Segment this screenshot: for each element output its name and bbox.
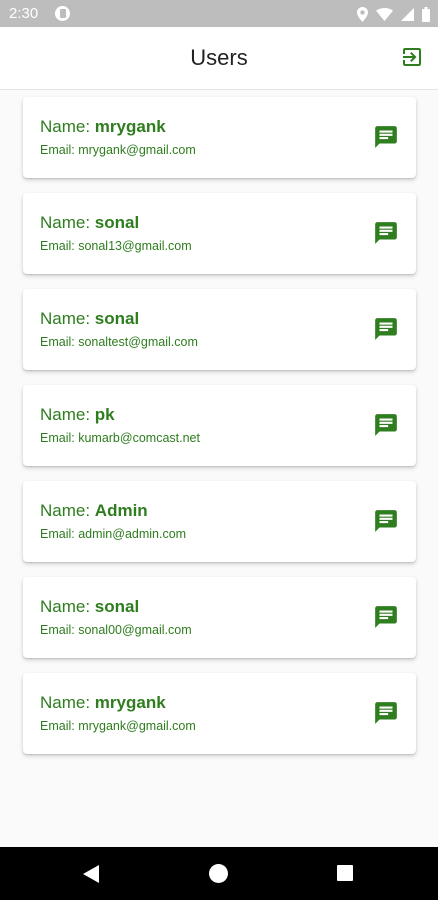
email-label: Email: [40,143,79,157]
chat-button[interactable] [373,604,399,630]
user-card[interactable]: Name: mrygank Email: mrygank@gmail.com [23,97,416,178]
home-icon[interactable] [209,864,228,883]
user-card[interactable]: Name: sonal Email: sonaltest@gmail.com [23,289,416,370]
user-card[interactable]: Name: Admin Email: admin@admin.com [23,481,416,562]
email-label: Email: [40,527,79,541]
chat-button[interactable] [373,220,399,246]
name-label: Name: [40,117,95,136]
name-label: Name: [40,405,95,424]
user-card[interactable]: Name: pk Email: kumarb@comcast.net [23,385,416,466]
app-notification-icon [55,6,70,21]
chat-button[interactable] [373,316,399,342]
user-name-line: Name: mrygank [40,117,166,137]
recents-icon[interactable] [337,865,353,881]
status-bar: 2:30 [0,0,438,27]
back-icon[interactable] [83,865,99,888]
chat-icon [373,222,399,250]
chat-button[interactable] [373,412,399,438]
battery-icon [422,6,430,22]
email-label: Email: [40,719,79,733]
user-card[interactable]: Name: mrygank Email: mrygank@gmail.com [23,673,416,754]
chat-icon [373,702,399,730]
chat-icon [373,318,399,346]
user-email: admin@admin.com [78,527,187,541]
user-card[interactable]: Name: sonal Email: sonal13@gmail.com [23,193,416,274]
wifi-icon [376,7,393,21]
location-icon [357,6,368,22]
email-label: Email: [40,239,79,253]
user-email: mrygank@gmail.com [78,143,196,157]
user-name: mrygank [94,693,166,712]
user-name: Admin [94,501,148,520]
user-name: sonal [94,213,140,232]
logout-icon [400,45,424,74]
user-name: sonal [94,597,140,616]
user-email-line: Email: kumarb@comcast.net [40,431,200,445]
chat-icon [373,126,399,154]
user-email-line: Email: mrygank@gmail.com [40,143,196,157]
user-name-line: Name: Admin [40,501,148,521]
app-bar: Users [0,27,438,90]
name-label: Name: [40,693,95,712]
user-email: sonal13@gmail.com [78,239,192,253]
status-time: 2:30 [9,5,39,22]
user-name: sonal [94,309,140,328]
chat-icon [373,606,399,634]
user-name-line: Name: sonal [40,597,139,617]
chat-button[interactable] [373,700,399,726]
user-name: mrygank [94,117,166,136]
chat-icon [373,414,399,442]
user-name-line: Name: sonal [40,309,139,329]
status-icons [357,5,430,23]
name-label: Name: [40,597,95,616]
user-email: kumarb@comcast.net [78,431,200,445]
email-label: Email: [40,335,79,349]
chat-button[interactable] [373,124,399,150]
user-email: sonaltest@gmail.com [78,335,198,349]
signal-icon [401,7,414,21]
user-email-line: Email: admin@admin.com [40,527,186,541]
user-name-line: Name: mrygank [40,693,166,713]
user-email: sonal00@gmail.com [78,623,192,637]
chat-icon [373,510,399,538]
logout-button[interactable] [396,44,428,74]
user-email: mrygank@gmail.com [78,719,196,733]
user-email-line: Email: sonaltest@gmail.com [40,335,198,349]
name-label: Name: [40,501,95,520]
user-name: pk [94,405,115,424]
email-label: Email: [40,623,79,637]
chat-button[interactable] [373,508,399,534]
name-label: Name: [40,309,95,328]
page-title: Users [190,45,248,70]
user-name-line: Name: pk [40,405,115,425]
name-label: Name: [40,213,95,232]
user-list: Name: mrygank Email: mrygank@gmail.com N… [23,97,416,769]
user-email-line: Email: sonal13@gmail.com [40,239,192,253]
user-card[interactable]: Name: sonal Email: sonal00@gmail.com [23,577,416,658]
user-email-line: Email: mrygank@gmail.com [40,719,196,733]
email-label: Email: [40,431,79,445]
user-email-line: Email: sonal00@gmail.com [40,623,192,637]
user-name-line: Name: sonal [40,213,139,233]
navigation-bar [0,847,438,900]
